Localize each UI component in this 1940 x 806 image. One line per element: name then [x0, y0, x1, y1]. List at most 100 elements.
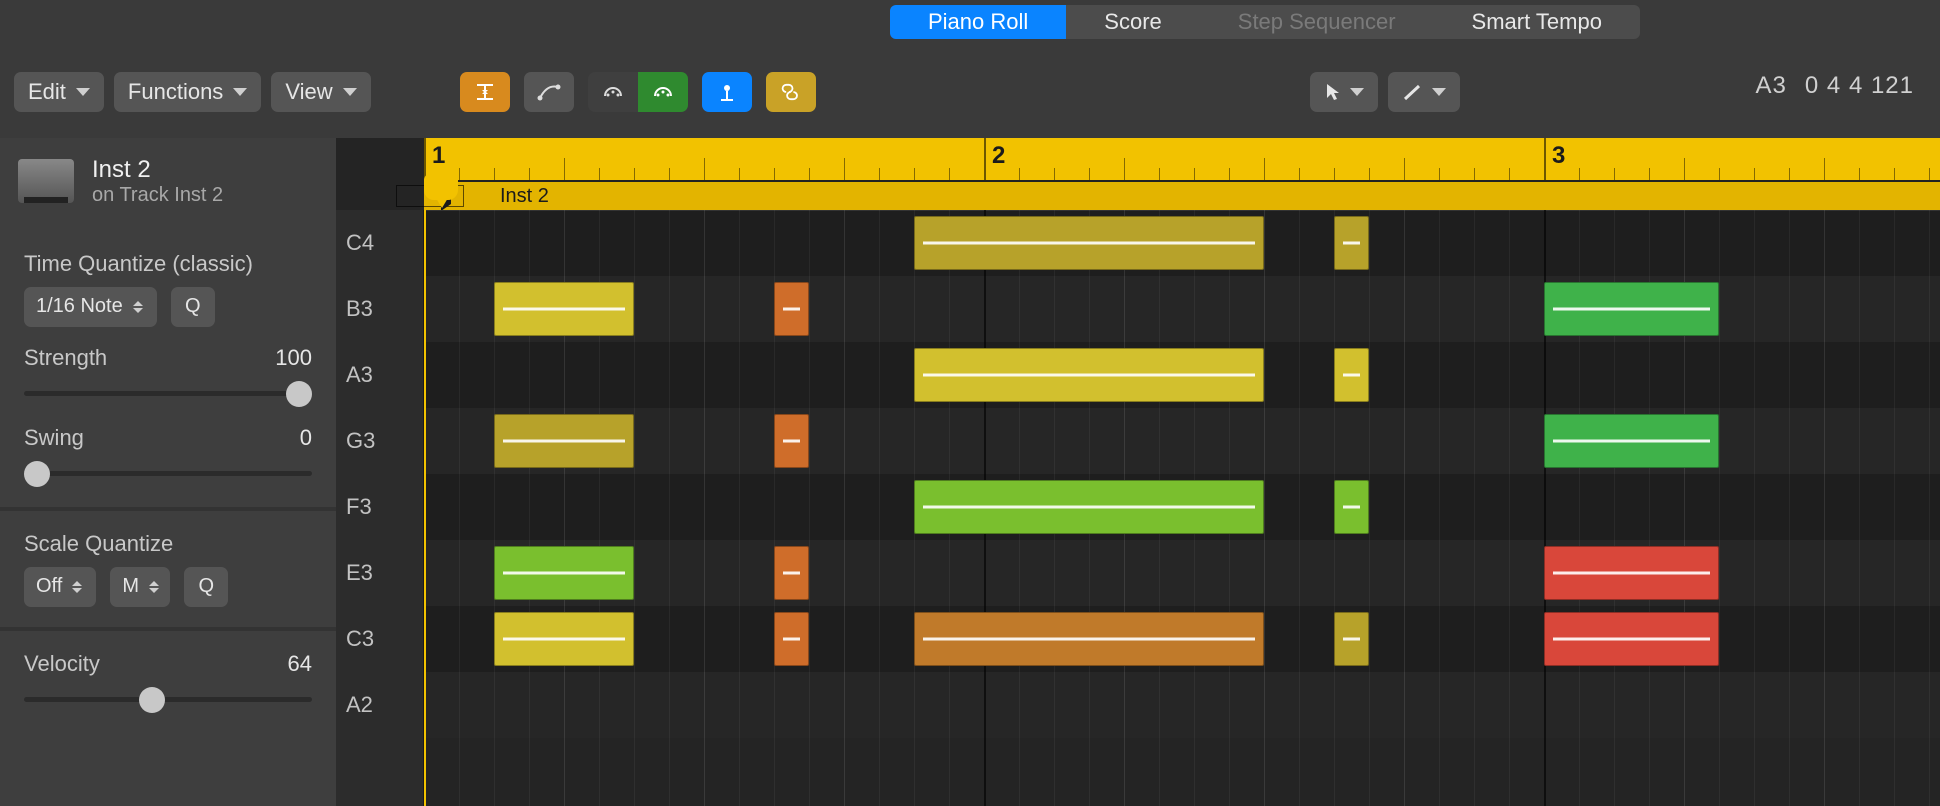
time-quantize-label: Time Quantize (classic) [24, 251, 312, 277]
midi-out-button[interactable] [638, 72, 688, 112]
note-grid[interactable] [424, 210, 1940, 806]
midi-note[interactable] [1544, 546, 1719, 600]
stepper-icon [149, 581, 159, 593]
pencil-icon [1402, 82, 1424, 102]
catch-playhead-button[interactable] [702, 72, 752, 112]
midi-in-button[interactable] [588, 72, 638, 112]
midi-note[interactable] [1334, 348, 1369, 402]
region-name: Inst 2 [500, 185, 549, 208]
link-icon [778, 82, 804, 102]
track-subtitle: on Track Inst 2 [92, 184, 223, 207]
key-label: C3 [346, 626, 374, 652]
toolbar: Edit Functions View [0, 68, 1940, 116]
automation-curve-button[interactable] [524, 72, 574, 112]
swing-slider[interactable] [24, 459, 312, 487]
bar-number: 3 [1552, 142, 1565, 170]
strength-slider[interactable] [24, 379, 312, 407]
quantize-button[interactable]: Q [171, 287, 215, 327]
chevron-down-icon [76, 88, 90, 96]
piano-roll[interactable]: 123 Inst 2 C4B3A3G3F3E3C3A2 [336, 138, 1940, 806]
midi-note[interactable] [494, 282, 634, 336]
key-label: B3 [346, 296, 373, 322]
scale-quantize-mode-value: M [122, 575, 139, 598]
strength-value: 100 [275, 345, 312, 371]
midi-note[interactable] [494, 414, 634, 468]
chevron-down-icon [343, 88, 357, 96]
automation-icon [536, 82, 562, 102]
track-name: Inst 2 [92, 156, 223, 184]
chevron-down-icon [233, 88, 247, 96]
midi-note[interactable] [774, 546, 809, 600]
midi-note[interactable] [1544, 612, 1719, 666]
key-label: A3 [346, 362, 373, 388]
scale-quantize-q-button[interactable]: Q [184, 567, 228, 607]
inspector-panel: Inst 2 on Track Inst 2 Time Quantize (cl… [0, 138, 336, 806]
midi-note[interactable] [774, 612, 809, 666]
collapse-icon [472, 82, 498, 102]
scale-quantize-on-value: Off [36, 575, 62, 598]
midi-in-out-group [588, 72, 688, 112]
midi-note[interactable] [1334, 612, 1369, 666]
strength-label: Strength [24, 345, 107, 371]
swing-label: Swing [24, 425, 84, 451]
track-thumbnail-icon [18, 159, 74, 203]
alt-tool-menu[interactable] [1388, 72, 1460, 112]
bar-number: 2 [992, 142, 1005, 170]
functions-menu[interactable]: Functions [114, 72, 261, 112]
time-quantize-select[interactable]: 1/16 Note [24, 287, 157, 327]
catch-icon [714, 82, 740, 102]
velocity-slider[interactable] [24, 685, 312, 713]
stepper-icon [133, 301, 145, 313]
info-note: A3 [1756, 72, 1787, 100]
midi-note[interactable] [914, 216, 1264, 270]
playhead[interactable] [424, 210, 426, 806]
collapse-tool-button[interactable] [460, 72, 510, 112]
scale-quantize-label: Scale Quantize [24, 531, 312, 557]
midi-note[interactable] [914, 480, 1264, 534]
playhead-marker-icon[interactable] [424, 174, 458, 200]
midi-in-icon [600, 82, 626, 102]
midi-note[interactable] [1544, 282, 1719, 336]
scale-quantize-onoff[interactable]: Off [24, 567, 96, 607]
scale-quantize-mode[interactable]: M [110, 567, 170, 607]
key-label: E3 [346, 560, 373, 586]
pointer-icon [1324, 82, 1342, 102]
midi-note[interactable] [774, 282, 809, 336]
view-menu-label: View [285, 79, 332, 105]
info-position: 0 4 4 121 [1805, 72, 1914, 100]
midi-note[interactable] [774, 414, 809, 468]
midi-note[interactable] [1334, 216, 1369, 270]
tab-score[interactable]: Score [1066, 5, 1199, 39]
piano-key-column: C4B3A3G3F3E3C3A2 [336, 210, 424, 806]
time-quantize-value: 1/16 Note [36, 295, 123, 318]
midi-note[interactable] [494, 612, 634, 666]
key-label: C4 [346, 230, 374, 256]
midi-out-icon [650, 82, 676, 102]
key-label: F3 [346, 494, 372, 520]
pointer-tool-menu[interactable] [1310, 72, 1378, 112]
region-bar[interactable]: Inst 2 [424, 182, 1940, 210]
bar-ruler[interactable]: 1 2 3 [424, 138, 1940, 182]
tab-piano-roll[interactable]: Piano Roll [890, 5, 1066, 39]
view-menu[interactable]: View [271, 72, 370, 112]
functions-menu-label: Functions [128, 79, 223, 105]
velocity-value: 64 [288, 651, 312, 677]
edit-menu[interactable]: Edit [14, 72, 104, 112]
midi-note[interactable] [914, 348, 1264, 402]
tab-smart-tempo[interactable]: Smart Tempo [1434, 5, 1640, 39]
bar-number: 1 [432, 142, 445, 170]
midi-note[interactable] [494, 546, 634, 600]
chevron-down-icon [1432, 88, 1446, 96]
info-display: A3 0 4 4 121 [1756, 72, 1914, 100]
midi-note[interactable] [1544, 414, 1719, 468]
midi-note[interactable] [1334, 480, 1369, 534]
stepper-icon [72, 581, 84, 593]
edit-menu-label: Edit [28, 79, 66, 105]
key-label: A2 [346, 692, 373, 718]
tab-step-sequencer[interactable]: Step Sequencer [1200, 5, 1434, 39]
swing-value: 0 [300, 425, 312, 451]
editor-tabs: Piano Roll Score Step Sequencer Smart Te… [0, 0, 1940, 44]
link-button[interactable] [766, 72, 816, 112]
midi-note[interactable] [914, 612, 1264, 666]
chevron-down-icon [1350, 88, 1364, 96]
